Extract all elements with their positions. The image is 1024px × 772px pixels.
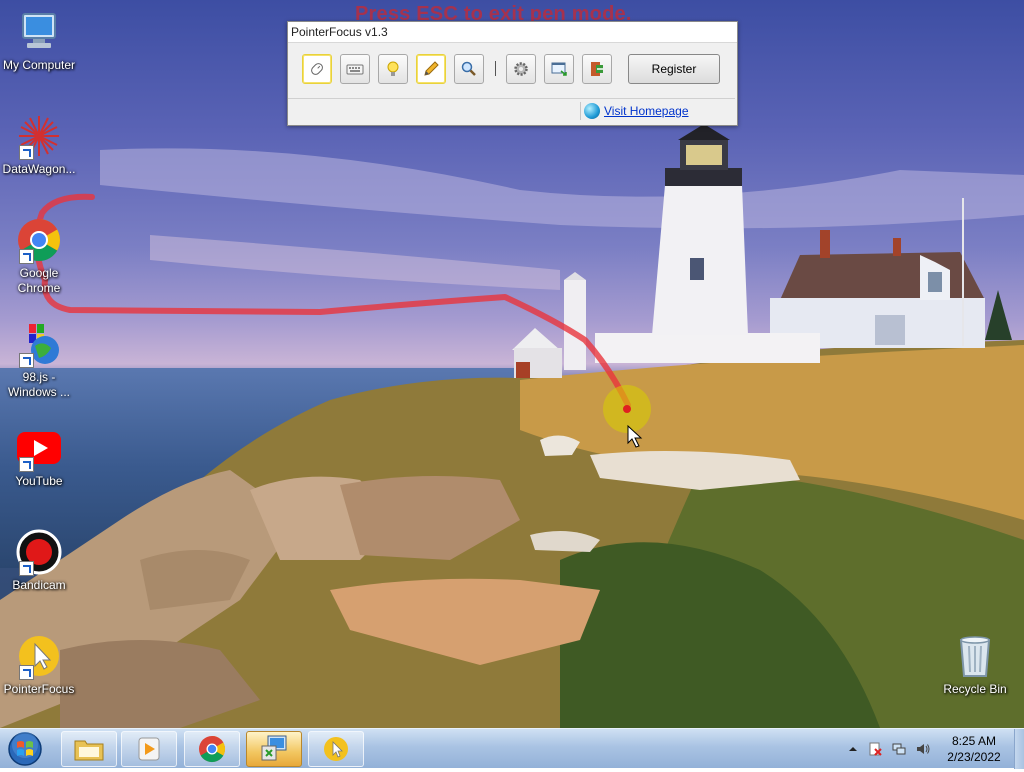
desktop-icon-recycle-bin[interactable]: Recycle Bin [936,632,1014,697]
desktop-icon-label: Recycle Bin [943,682,1007,696]
clock-time: 8:25 AM [951,734,997,748]
toolbar-separator [495,61,496,76]
spotlight-button[interactable] [378,54,408,84]
taskbar-pointerfocus[interactable] [308,731,364,767]
action-center-icon[interactable] [868,742,882,756]
chrome-icon [199,735,226,763]
shortcut-arrow-icon [19,353,34,368]
taskbar: 8:25 AM 2/23/2022 [0,728,1024,769]
pointerfocus-icon [324,737,348,761]
clock[interactable]: 8:25 AM 2/23/2022 [936,733,1012,765]
shortcut-arrow-icon [19,145,34,160]
shortcut-arrow-icon [19,665,34,680]
desktop-icon-label: My Computer [2,58,76,72]
taskbar-control-panel[interactable] [246,731,302,767]
desktop-icon-datawagon[interactable]: DataWagon... [0,112,78,177]
window-title[interactable]: PointerFocus v1.3 [288,22,737,43]
pointerfocus-window: PointerFocus v1.3 Register Visit Homepag… [287,21,738,126]
shortcut-arrow-icon [19,457,34,472]
magnifier-button[interactable] [454,54,484,84]
desktop-icon-bandicam[interactable]: Bandicam [0,528,78,593]
windows98-icon [15,320,63,368]
exit-icon [591,62,603,76]
show-hidden-icon[interactable] [846,742,860,756]
desktop-icon-label: YouTube [15,474,63,488]
start-button[interactable] [4,731,46,767]
exit-button[interactable] [582,54,612,84]
keystroke-button[interactable] [340,54,370,84]
pointerfocus-icon [15,632,63,680]
folder-icon [74,740,104,761]
bandicam-icon [15,528,63,576]
pencil-icon [424,61,439,76]
media-player-icon [138,737,160,761]
recycle-bin-icon [951,632,999,680]
visit-homepage-link[interactable]: Visit Homepage [604,104,689,118]
network-icon[interactable] [892,742,906,756]
homepage-area: Visit Homepage [580,102,689,120]
computer-icon [15,8,63,56]
show-desktop-button[interactable] [1014,729,1024,769]
settings-button[interactable] [506,54,536,84]
desktop-icon-label: DataWagon... [2,162,76,176]
status-separator [580,102,581,120]
screen-button[interactable] [544,54,574,84]
volume-icon[interactable] [916,742,930,756]
desktop-icon-youtube[interactable]: YouTube [0,424,78,489]
taskbar-explorer[interactable] [61,731,117,767]
windows-orb-icon [8,732,42,766]
desktop-icon-label: Google Chrome [17,266,61,295]
screen-icon [551,62,567,76]
desktop-icon-label: PointerFocus [3,682,75,696]
shortcut-arrow-icon [19,249,34,264]
mouse-icon [311,63,323,75]
desktop-icon-label: 98.js - Windows ... [7,370,70,399]
desktop-icon-pointerfocus[interactable]: PointerFocus [0,632,78,697]
desktop-icon-label: Bandicam [12,578,66,592]
window-divider [288,98,735,99]
register-button[interactable]: Register [628,54,720,84]
datawagon-icon [15,112,63,160]
gear-icon [514,62,528,76]
chrome-icon [15,216,63,264]
pen-button[interactable] [416,54,446,84]
keyboard-icon [346,64,364,75]
shortcut-arrow-icon [19,561,34,576]
clock-date: 2/23/2022 [947,750,1001,764]
magnifier-icon [461,61,476,76]
cursor-highlight-button[interactable] [302,54,332,84]
taskbar-chrome[interactable] [184,731,240,767]
bulb-icon [387,61,399,76]
desktop-icon-98js[interactable]: 98.js - Windows ... [0,320,78,400]
taskbar-media-player[interactable] [121,731,177,767]
desktop-icon-my-computer[interactable]: My Computer [0,8,78,73]
control-panel-icon [261,735,287,761]
youtube-icon [15,424,63,472]
desktop: Press ESC to exit pen mode. My Computer … [0,0,1024,728]
globe-icon [584,103,600,119]
desktop-icon-google-chrome[interactable]: Google Chrome [0,216,78,296]
